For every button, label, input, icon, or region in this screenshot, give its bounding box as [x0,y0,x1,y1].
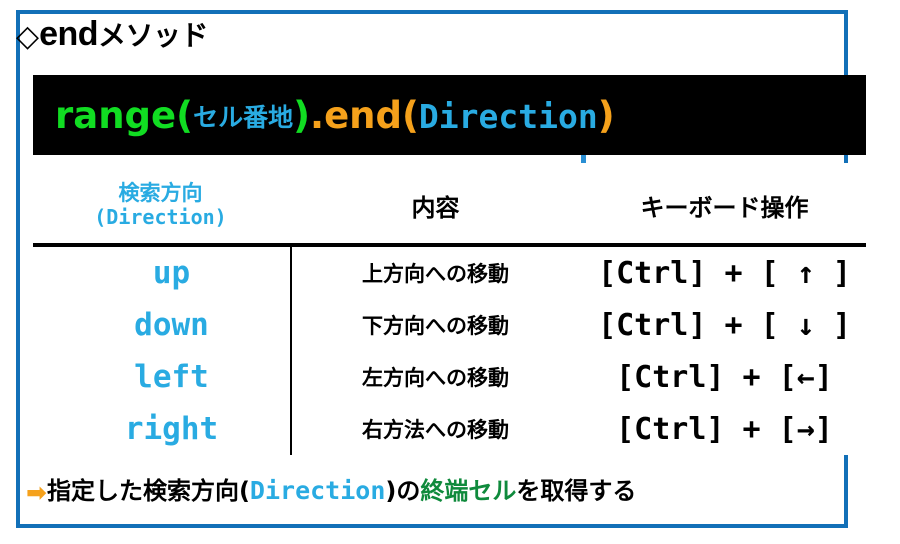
caption-direction-keyword: Direction [249,476,386,505]
cell-keyboard-right: [Ctrl] + [→] [583,403,866,455]
cell-keyboard-left: [Ctrl] + [←] [583,351,866,403]
table-row: down 下方向への移動 [Ctrl] + [ ↓ ] [33,299,866,351]
code-function-name: range [55,93,177,137]
header-direction-label: 検索方向 [118,181,203,206]
page-title-latin: end [39,15,99,53]
cell-direction-left: left [33,351,288,403]
slide-canvas: ◇endメソッド range(セル番地).end(Direction) 検索方向… [0,0,900,544]
caption-terminal-cell-keyword: 終端セル [420,477,517,505]
direction-table: 検索方向 (Direction) 内容 キーボード操作 up 上方向への移動 [… [33,163,866,455]
code-line: range(セル番地).end(Direction) [55,97,615,134]
code-method-argument: Direction [418,96,598,136]
header-keyboard: キーボード操作 [583,163,866,247]
page-title-kana: メソッド [98,20,209,51]
caption-part2: )の [385,477,421,505]
table-header-row: 検索方向 (Direction) 内容 キーボード操作 [33,163,866,247]
cell-direction-up: up [33,247,288,299]
right-arrow-icon: ➡ [26,478,47,507]
cell-description-left: 左方向への移動 [288,351,583,403]
code-dot-operator: . [310,93,325,137]
page-title: ◇endメソッド [16,15,209,54]
cell-description-right: 右方法への移動 [288,403,583,455]
code-paren-open: ( [176,93,194,137]
code-method-name: end [324,93,402,137]
code-method-paren-open: ( [401,93,419,137]
table-row: up 上方向への移動 [Ctrl] + [ ↑ ] [33,247,866,299]
code-paren-close: ) [293,93,310,137]
code-method-paren-close: ) [597,93,615,137]
table-row: left 左方向への移動 [Ctrl] + [←] [33,351,866,403]
cell-direction-down: down [33,299,288,351]
table-row: right 右方法への移動 [Ctrl] + [→] [33,403,866,455]
cell-keyboard-down: [Ctrl] + [ ↓ ] [583,299,866,351]
cell-keyboard-up: [Ctrl] + [ ↑ ] [583,247,866,299]
cell-direction-right: right [33,403,288,455]
cell-description-up: 上方向への移動 [288,247,583,299]
header-content: 内容 [288,163,583,247]
summary-caption: ➡指定した検索方向(Direction)の終端セルを取得する [26,478,636,505]
cell-description-down: 下方向への移動 [288,299,583,351]
diamond-bullet-icon: ◇ [16,19,40,54]
code-argument-cell-address: セル番地 [193,102,294,132]
caption-part3: を取得する [516,477,637,505]
caption-part1: 指定した検索方向( [46,477,250,505]
header-direction: 検索方向 (Direction) [33,163,288,247]
header-direction-sublabel: (Direction) [94,204,227,229]
code-block: range(セル番地).end(Direction) [33,75,866,155]
